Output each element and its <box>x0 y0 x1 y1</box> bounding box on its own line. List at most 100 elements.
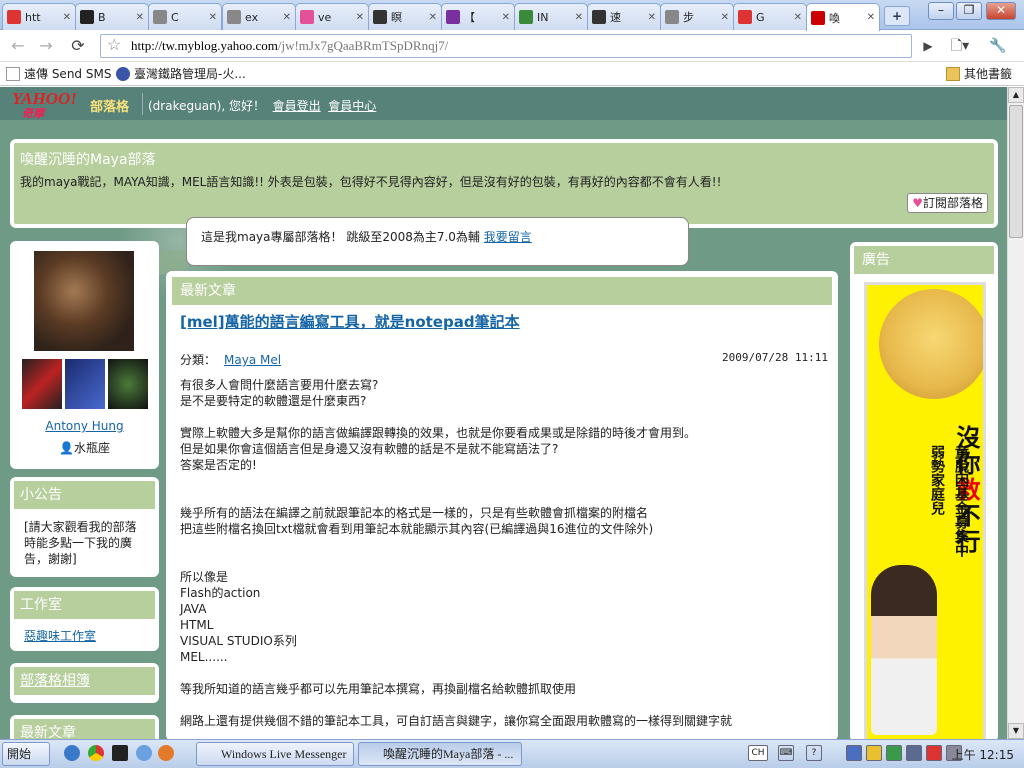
tab-5[interactable]: 瞑 ✕ <box>368 3 442 30</box>
tab-3[interactable]: ex ✕ <box>222 3 296 30</box>
close-tab-icon[interactable]: ✕ <box>575 12 583 23</box>
post-paragraph: 實際上軟體大多是幫你的語言做編譯跟轉換的效果，也就是你要看成果或是除錯的時後才會… <box>180 426 697 472</box>
close-tab-icon[interactable]: ✕ <box>429 12 437 23</box>
close-tab-icon[interactable]: ✕ <box>136 12 144 23</box>
tab-1[interactable]: B ✕ <box>75 3 149 30</box>
app-icon[interactable] <box>112 745 128 761</box>
app-tray-icon[interactable] <box>926 745 942 761</box>
close-tab-icon[interactable]: ✕ <box>721 12 729 23</box>
post-title-link[interactable]: [mel]萬能的語言編寫工具，就是notepad筆記本 <box>180 311 520 332</box>
close-tab-icon[interactable]: ✕ <box>648 12 656 23</box>
network-icon[interactable] <box>846 745 862 761</box>
other-bookmarks[interactable]: 其他書籤 <box>946 65 1012 82</box>
subscribe-button[interactable]: ♥訂閱部落格 <box>907 193 988 213</box>
post-meta: 分類： Maya Mel 2009/07/28 11:11 <box>180 351 828 367</box>
favicon-icon <box>446 10 460 24</box>
new-tab-button[interactable]: + <box>884 6 910 26</box>
task-messenger[interactable]: Windows Live Messenger <box>196 742 354 766</box>
album-title[interactable]: 部落格相簿 <box>14 667 155 695</box>
tab-10[interactable]: G ✕ <box>733 3 807 30</box>
tab-label: ve <box>318 10 332 24</box>
speaker-icon[interactable] <box>906 745 922 761</box>
tab-9[interactable]: 步 ✕ <box>660 3 734 30</box>
wrench-menu-icon[interactable]: 🔧▾ <box>986 35 1010 76</box>
bookmark-sms[interactable]: 遠傳 Send SMS <box>6 65 111 82</box>
bookmark-railway[interactable]: 臺灣鐵路管理局-火... <box>116 65 246 82</box>
close-tab-icon[interactable]: ✕ <box>63 12 71 23</box>
logout-link[interactable]: 會員登出 <box>273 99 321 113</box>
avatar[interactable] <box>34 251 134 351</box>
bookmark-star-icon[interactable]: ☆ <box>107 35 121 57</box>
close-window-button[interactable]: ✕ <box>986 2 1016 20</box>
recent-box: 最新文章 <box>10 715 159 739</box>
clock: 上午 12:15 <box>951 748 1014 762</box>
task-chrome[interactable]: 喚醒沉睡的Maya部落 - ... <box>358 742 522 766</box>
chrome-icon[interactable] <box>88 745 104 761</box>
scroll-down-icon[interactable]: ▼ <box>1008 723 1024 739</box>
tab-6[interactable]: 【✕ <box>441 3 515 30</box>
leave-message-link[interactable]: 我要留言 <box>484 230 532 244</box>
tab-11[interactable]: 喚 ✕ <box>806 3 880 31</box>
favicon-icon <box>665 10 679 24</box>
tab-2[interactable]: C ✕ <box>148 3 222 30</box>
post-paragraph: 有很多人會問什麼語言要用什麼去寫? 是不是要特定的軟體還是什麼東西? <box>180 378 379 408</box>
album-box: 部落格相簿 <box>10 663 159 703</box>
security-icon[interactable] <box>886 745 902 761</box>
start-button[interactable]: 開始 <box>2 742 50 766</box>
firefox-icon[interactable] <box>158 745 174 761</box>
minimize-button[interactable]: – <box>928 2 954 20</box>
recent-title: 最新文章 <box>14 719 155 739</box>
member-center-link[interactable]: 會員中心 <box>328 99 376 113</box>
page-icon <box>6 66 20 81</box>
language-indicator[interactable]: CH <box>748 745 768 761</box>
yahoo-logo[interactable]: YAHOO! 奇摩 <box>12 89 77 121</box>
thumbnail-3[interactable] <box>108 359 148 409</box>
close-tab-icon[interactable]: ✕ <box>502 12 510 23</box>
blog-title[interactable]: 喚醒沉睡的Maya部落 <box>20 149 156 169</box>
studio-link[interactable]: 惡趣味工作室 <box>24 629 96 643</box>
favicon-icon <box>153 10 167 24</box>
help-icon[interactable]: ? <box>806 745 822 761</box>
page-menu-icon[interactable]: 🗋▾ <box>948 35 972 57</box>
tab-4[interactable]: ve ✕ <box>295 3 369 30</box>
reload-icon[interactable]: ⟳ <box>66 35 90 57</box>
close-tab-icon[interactable]: ✕ <box>209 12 217 23</box>
tab-7[interactable]: IN ✕ <box>514 3 588 30</box>
close-tab-icon[interactable]: ✕ <box>283 12 291 23</box>
globe-icon <box>116 66 130 81</box>
close-tab-icon[interactable]: ✕ <box>867 12 875 23</box>
shield-icon[interactable] <box>866 745 882 761</box>
favicon-icon <box>7 10 21 24</box>
tab-label: C <box>171 10 179 24</box>
tab-8[interactable]: 速 ✕ <box>587 3 661 30</box>
zodiac: 👤水瓶座 <box>59 441 110 455</box>
go-icon[interactable]: ▶ <box>916 35 940 57</box>
close-tab-icon[interactable]: ✕ <box>794 12 802 23</box>
scroll-thumb[interactable] <box>1009 105 1023 238</box>
scroll-up-icon[interactable]: ▲ <box>1008 87 1024 103</box>
close-tab-icon[interactable]: ✕ <box>356 12 364 23</box>
ad-banner[interactable]: 沒你救不行 弱勢家庭兒 童脫困基金募集中 <box>864 282 986 739</box>
address-bar[interactable]: ☆ http://tw.myblog.yahoo.com/jw!mJx7gQaa… <box>100 34 912 58</box>
profile-name-link[interactable]: Antony Hung <box>45 419 123 433</box>
thumbnail-2[interactable] <box>65 359 105 409</box>
child-image <box>871 565 937 735</box>
forward-icon[interactable]: → <box>34 35 58 57</box>
notice-text: [請大家觀看我的部落時能多點一下我的廣告，謝謝] <box>24 520 137 566</box>
speech-bubble: 這是我maya專屬部落格！ 跳級至2008為主7.0為輔 我要留言 <box>186 217 689 266</box>
thumbnail-1[interactable] <box>22 359 62 409</box>
ie-icon[interactable] <box>64 745 80 761</box>
back-icon[interactable]: ← <box>6 35 30 57</box>
bubble-text: 這是我maya專屬部落格！ 跳級至2008為主7.0為輔 <box>201 230 480 244</box>
keyboard-icon[interactable]: ⌨ <box>778 745 794 761</box>
maximize-button[interactable]: ❐ <box>956 2 982 20</box>
profile-box: Antony Hung 👤水瓶座 <box>10 241 159 469</box>
tab-0[interactable]: htt ✕ <box>2 3 76 30</box>
post-date: 2009/07/28 11:11 <box>722 351 828 364</box>
favicon-icon <box>519 10 533 24</box>
globe-icon[interactable] <box>136 745 152 761</box>
vertical-scrollbar[interactable]: ▲ ▼ <box>1007 87 1024 739</box>
category-link[interactable]: Maya Mel <box>224 353 281 367</box>
notice-title: 小公告 <box>14 481 155 509</box>
favicon-icon <box>811 10 825 25</box>
